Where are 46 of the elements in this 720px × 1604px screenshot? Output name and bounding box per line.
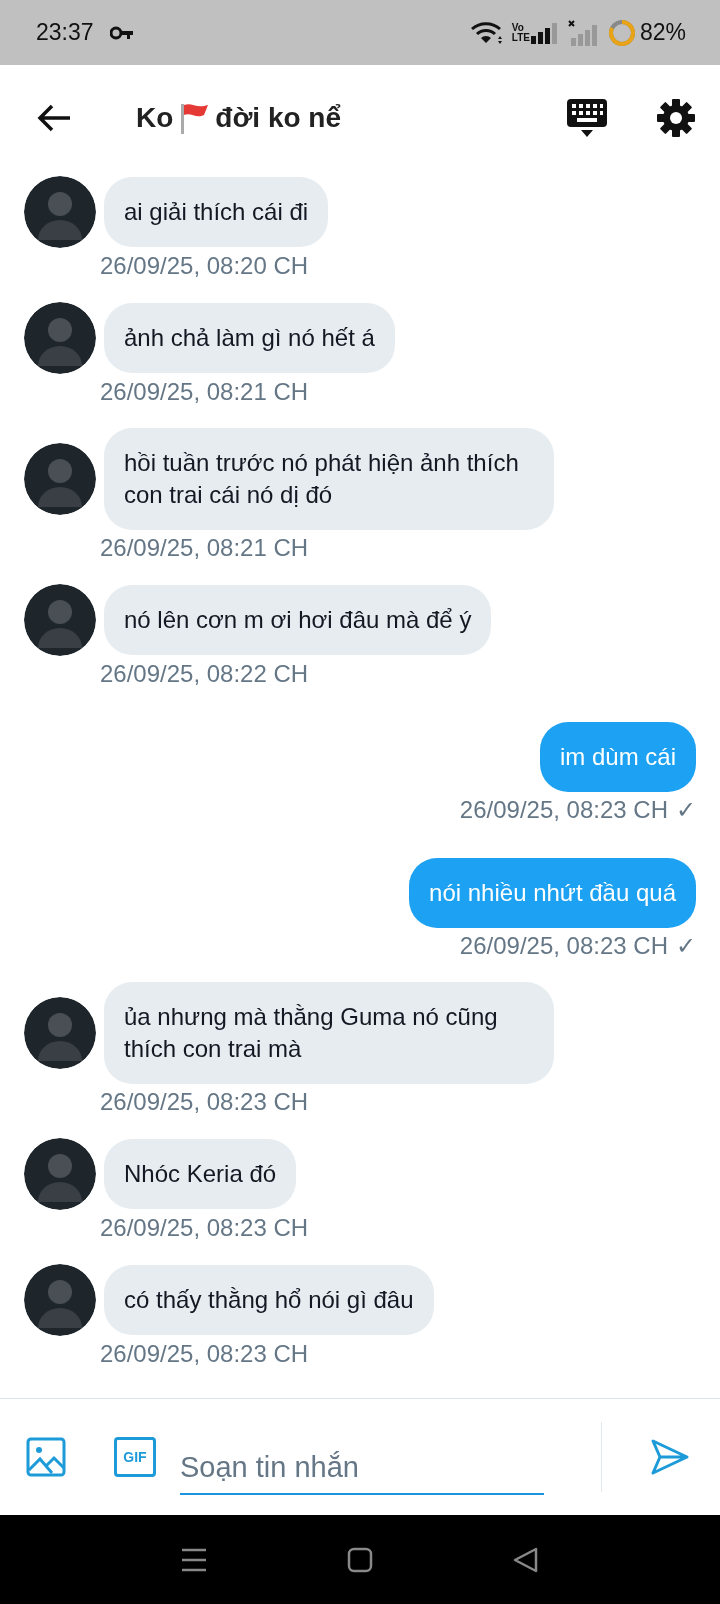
message-bubble: im dùm cái — [539, 722, 696, 792]
message-bubble: có thấy thằng hổ nói gì đâu — [104, 1265, 434, 1335]
clock: 23:37 — [36, 18, 94, 48]
chat-title: Ko — [136, 100, 174, 135]
avatar — [24, 1264, 96, 1336]
message-bubble: nói nhiều nhứt đầu quá — [409, 858, 696, 928]
message-bubble: ảnh chả làm gì nó hết á — [104, 303, 395, 373]
timestamp: 26/09/25, 08:23 CH — [100, 1088, 309, 1116]
avatar — [24, 176, 96, 248]
timestamp: 26/09/25, 08:23 CH — [100, 1214, 309, 1242]
battery-percent: 82% — [639, 18, 686, 48]
settings-button[interactable] — [656, 97, 696, 138]
menu-button[interactable] — [181, 1547, 207, 1572]
back-nav-button[interactable] — [513, 1546, 539, 1573]
timestamp: 26/09/25, 08:22 CH — [100, 660, 309, 688]
message-bubble: nó lên cơn m ơi hơi đâu mà để ý — [104, 585, 492, 655]
timestamp: 26/09/25, 08:23 CH — [459, 932, 668, 960]
message-bubble: hồi tuần trước nó phát hiện ảnh thích con trai cái nó dị đó — [104, 428, 554, 530]
message-bubble: ủa nhưng mà thằng Guma nó cũng thích con trai mà — [104, 982, 554, 1084]
image-button[interactable] — [26, 1437, 66, 1477]
timestamp: 26/09/25, 08:21 CH — [100, 378, 309, 406]
send-button[interactable] — [650, 1438, 690, 1476]
signal-icon — [529, 21, 560, 44]
chat-title: đời ko nể — [215, 100, 342, 135]
timestamp: 26/09/25, 08:21 CH — [100, 534, 309, 562]
message-bubble: Nhóc Keria đó — [104, 1139, 297, 1209]
key-icon — [109, 25, 134, 40]
sent-checkmark: ✓ — [676, 796, 696, 824]
network-label: LTE — [511, 32, 530, 43]
avatar — [24, 443, 96, 515]
sent-checkmark: ✓ — [676, 932, 696, 960]
gif-button[interactable]: GIF — [114, 1437, 156, 1477]
avatar — [24, 997, 96, 1069]
keyboard-button[interactable] — [566, 97, 608, 138]
timestamp: 26/09/25, 08:20 CH — [100, 252, 309, 280]
wifi-icon — [469, 19, 504, 46]
timestamp: 26/09/25, 08:23 CH — [100, 1340, 309, 1368]
home-button[interactable] — [347, 1546, 373, 1573]
timestamp: 26/09/25, 08:23 CH — [459, 796, 668, 824]
network-label: Vo — [511, 22, 525, 33]
back-button[interactable] — [36, 102, 72, 133]
avatar — [24, 584, 96, 656]
avatar — [24, 302, 96, 374]
message-bubble: ai giải thích cái đi — [104, 177, 329, 247]
avatar — [24, 1138, 96, 1210]
no-signal-icon — [567, 19, 600, 46]
